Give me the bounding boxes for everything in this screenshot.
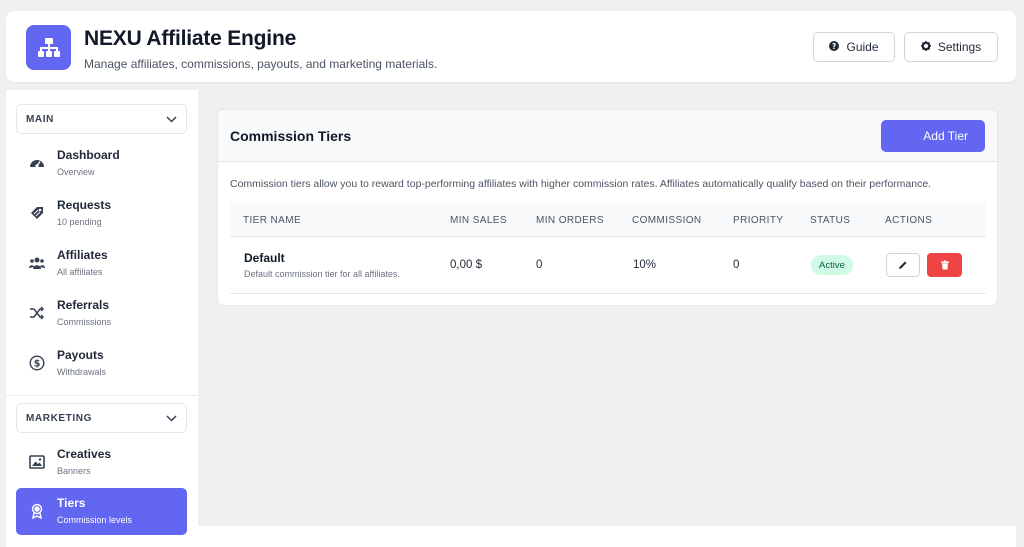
table-row: Default Default commission tier for all … [230,237,986,294]
sidebar-item-label: Affiliates [57,248,108,262]
trash-icon [940,260,949,270]
tier-name: Default [244,251,285,265]
sidebar-item-creatives[interactable]: Creatives Banners [16,439,187,486]
card-header: Commission Tiers Add Tier [218,110,997,162]
dollar-circle-icon: $ [28,354,46,372]
svg-text:?: ? [832,42,836,51]
question-circle-icon: ? [829,40,840,54]
column-header: ACTIONS [885,215,933,226]
tags-icon [28,204,46,222]
sidebar-item-dashboard[interactable]: Dashboard Overview [16,140,187,187]
min-orders-cell: 0 [536,259,543,271]
sidebar-item-label: Tiers [57,496,86,510]
sidebar-item-label: Payouts [57,348,104,362]
column-header: PRIORITY [733,215,784,226]
main-section-label: MAIN [26,113,54,125]
sidebar-divider [6,395,198,396]
app-title: NEXU Affiliate Engine [84,27,297,50]
marketing-section-toggle[interactable]: MARKETING [16,403,187,433]
column-header: MIN ORDERS [536,215,604,226]
sidebar-item-requests[interactable]: Requests 10 pending [16,190,187,237]
users-icon [28,254,46,272]
column-header: STATUS [810,215,851,226]
min-sales-cell: 0,00 $ [450,259,482,271]
status-badge: Active [811,255,853,275]
gauge-icon [28,154,46,172]
priority-cell: 0 [733,259,740,271]
commission-tiers-card: Commission Tiers Add Tier Commission tie… [217,109,998,306]
sidebar-item-sublabel: Banners [57,466,91,476]
sidebar-item-referrals[interactable]: Referrals Commissions [16,290,187,337]
sidebar: MAIN Dashboard Overview Requests 10 pend… [6,90,198,547]
column-header: COMMISSION [632,215,702,226]
sidebar-item-label: Creatives [57,447,112,461]
svg-text:$: $ [34,359,41,370]
app-subtitle: Manage affiliates, commissions, payouts,… [84,57,438,71]
sidebar-item-sublabel: Commission levels [57,515,133,525]
tiers-description: Commission tiers allow you to reward top… [230,178,932,190]
award-icon [28,502,46,520]
image-icon [28,453,46,471]
table-header: TIER NAME MIN SALES MIN ORDERS COMMISSIO… [230,203,986,237]
shuffle-icon [28,304,46,322]
chevron-down-icon [166,414,177,422]
sidebar-item-sublabel: Withdrawals [57,367,107,377]
sidebar-item-payouts[interactable]: $ Payouts Withdrawals [16,340,187,387]
sidebar-item-sublabel: All affiliates [57,267,103,277]
chevron-down-icon [166,115,177,123]
delete-tier-button[interactable] [927,253,962,277]
sidebar-item-affiliates[interactable]: Affiliates All affiliates [16,240,187,287]
app-header: NEXU Affiliate Engine Manage affiliates,… [6,11,1016,82]
content-footer [198,526,1016,547]
tier-description: Default commission tier for all affiliat… [244,269,400,279]
gear-icon [920,40,931,54]
column-header: TIER NAME [243,215,302,226]
main-section-toggle[interactable]: MAIN [16,104,187,134]
sitemap-icon [26,25,71,70]
commission-cell: 10% [633,259,657,271]
edit-tier-button[interactable] [886,253,920,277]
guide-label: Guide [846,40,879,54]
sidebar-item-sublabel: 10 pending [57,217,102,227]
marketing-section-label: MARKETING [26,412,92,424]
settings-button[interactable]: Settings [904,32,998,62]
page-title: Commission Tiers [230,128,352,144]
sidebar-item-sublabel: Commissions [57,317,112,327]
sidebar-item-tiers[interactable]: Tiers Commission levels [16,488,187,535]
sidebar-item-sublabel: Overview [57,167,95,177]
sidebar-item-label: Requests [57,198,112,212]
column-header: MIN SALES [450,215,507,226]
add-tier-button[interactable]: Add Tier [881,120,985,152]
settings-label: Settings [937,40,982,54]
sidebar-item-label: Referrals [57,298,110,312]
guide-button[interactable]: ? Guide [813,32,895,62]
sidebar-item-label: Dashboard [57,148,120,162]
pencil-icon [899,261,907,269]
